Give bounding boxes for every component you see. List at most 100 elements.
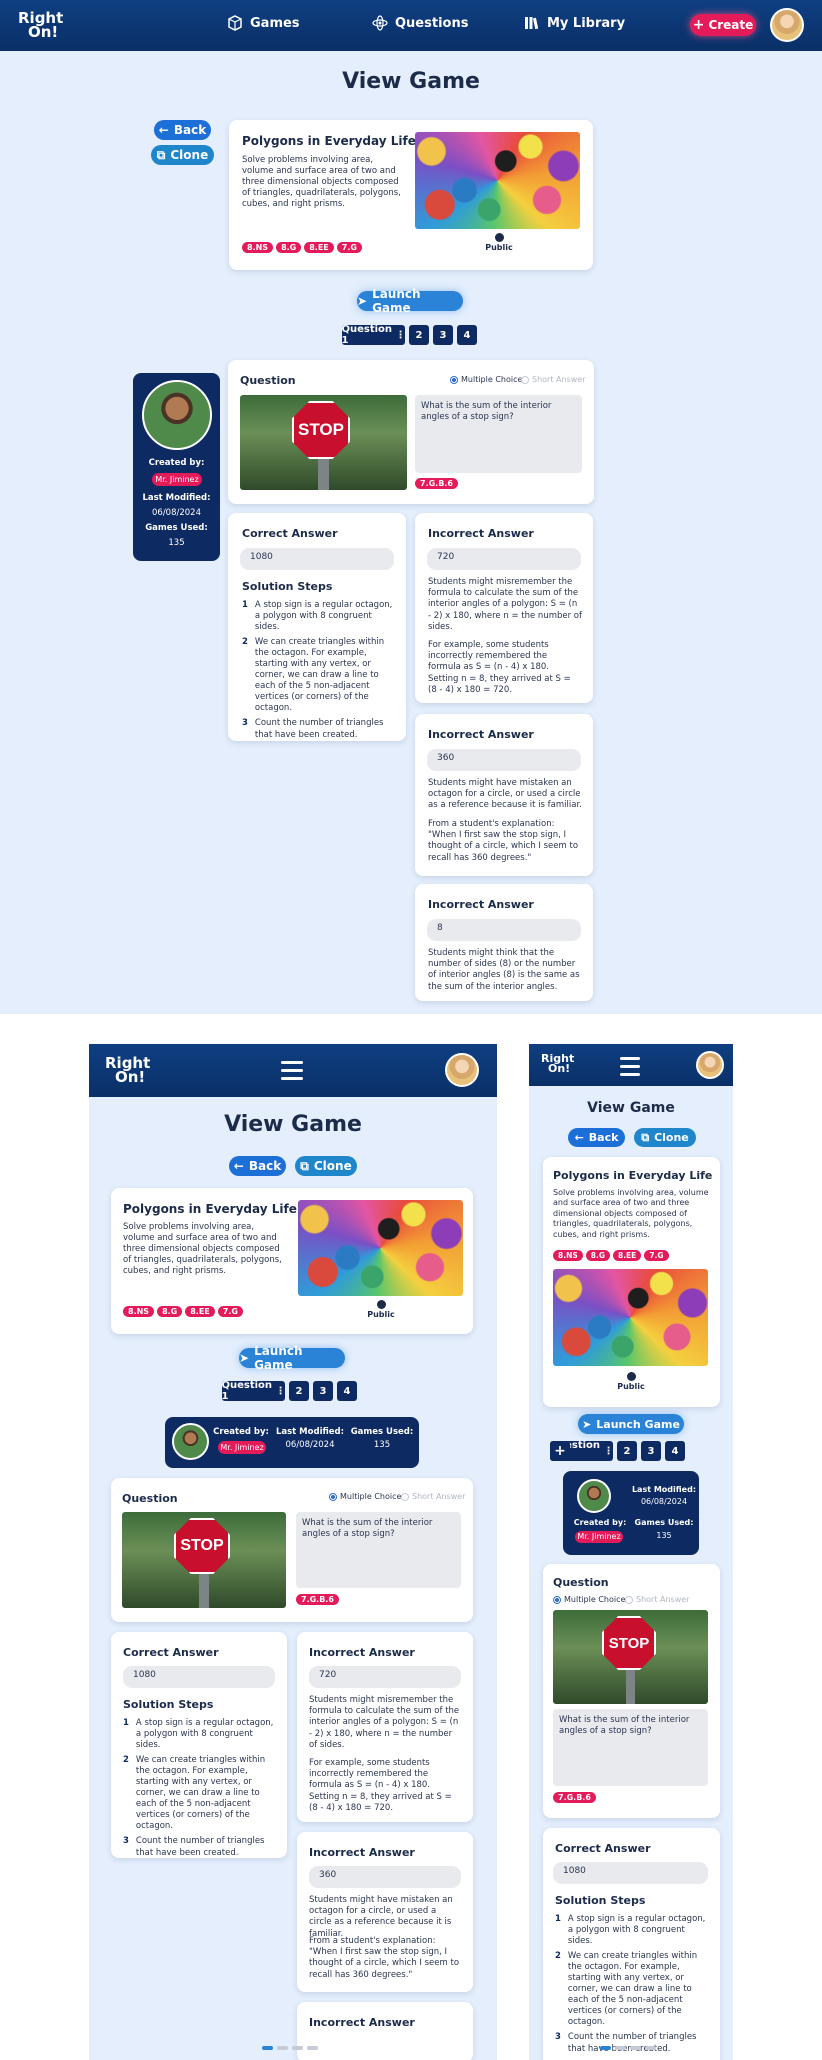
short-answer-radio[interactable]: Short Answer (521, 375, 585, 384)
question-select[interactable]: Question 1 ⋮ (221, 1380, 285, 1402)
multiple-choice-radio[interactable]: Multiple Choice (553, 1595, 625, 1604)
launch-game-button[interactable]: ➤ Launch Game (357, 287, 463, 315)
page-title: View Game (342, 69, 480, 94)
creator-avatar (172, 1423, 209, 1460)
standard-tag[interactable]: 8.G (585, 1250, 610, 1261)
back-button[interactable]: ← Back (568, 1128, 625, 1147)
arrow-left-icon: ← (233, 1159, 244, 1173)
question-text[interactable]: What is the sum of the interior angles o… (296, 1512, 461, 1588)
solution-step: 2 We can create triangles within the octa… (242, 637, 385, 714)
short-answer-radio[interactable]: Short Answer (401, 1492, 465, 1501)
pager-dot[interactable] (600, 2046, 611, 2050)
standard-tag[interactable]: 7.G (217, 1306, 243, 1317)
globe-icon (626, 1372, 636, 1381)
creator-name[interactable]: Mr. Jiminez (152, 473, 202, 486)
incorrect-answer-value[interactable]: 360 (427, 749, 581, 771)
standard-tag[interactable]: 7.G (644, 1250, 669, 1261)
standard-tag[interactable]: 8.EE (612, 1250, 642, 1261)
standard-tag[interactable]: 8.NS (242, 242, 274, 253)
question-4-button[interactable]: 4 (457, 325, 477, 345)
create-button[interactable]: + Create (690, 14, 756, 36)
pager-dot[interactable] (262, 2046, 273, 2050)
user-avatar[interactable] (445, 1053, 479, 1087)
game-image (553, 1269, 708, 1366)
copy-icon: ⧉ (300, 1158, 309, 1173)
solution-step: 1A stop sign is a regular octagon, a pol… (242, 600, 393, 633)
question-select[interactable]: Question 1 ⋮ (341, 324, 405, 346)
multiple-choice-radio[interactable]: Multiple Choice (329, 1492, 401, 1501)
pager-dot[interactable] (630, 2046, 641, 2050)
rocket-icon: ➤ (239, 1351, 250, 1365)
creator-name[interactable]: Mr. Jiminez (218, 1441, 266, 1454)
carousel-pager (600, 2046, 656, 2050)
question-standard-tag[interactable]: 7.G.B.6 (415, 478, 458, 489)
clone-button[interactable]: ⧉ Clone (295, 1156, 357, 1176)
rightnow-logo[interactable]: Right On! (18, 11, 63, 39)
question-3-button[interactable]: 3 (641, 1441, 661, 1461)
short-answer-radio[interactable]: Short Answer (625, 1595, 689, 1604)
rightnow-logo[interactable]: Right On! (105, 1056, 150, 1084)
question-3-button[interactable]: 3 (313, 1381, 333, 1401)
solution-step: 1A stop sign is a regular octagon, a pol… (555, 1914, 706, 1947)
desktop-view: View Game ← Back ⧉ Clone Polygons in Every… (0, 51, 822, 1014)
question-4-button[interactable]: 4 (337, 1381, 357, 1401)
rightnow-logo[interactable]: Right On! (541, 1053, 574, 1074)
back-button[interactable]: ← Back (154, 120, 211, 140)
incorrect-answer-value[interactable]: 8 (427, 919, 581, 941)
pager-dot[interactable] (615, 2046, 626, 2050)
standard-tag[interactable]: 8.G (276, 242, 302, 253)
solution-step: 3 Count the number of triangles that have… (242, 718, 384, 740)
solution-step: 3 Count the number of triangles that have… (123, 1836, 265, 1858)
nav-questions[interactable]: Questions (372, 15, 468, 31)
incorrect-answer-card: Incorrect Answer (297, 2002, 473, 2060)
correct-answer-value[interactable]: 1080 (240, 548, 394, 570)
standard-tag[interactable]: 8.EE (185, 1306, 215, 1317)
user-avatar[interactable] (770, 8, 804, 42)
incorrect-answer-card: Incorrect Answer 720 Students might misr… (415, 513, 593, 703)
standard-tag[interactable]: 8.NS (553, 1250, 583, 1261)
question-2-button[interactable]: 2 (409, 325, 429, 345)
question-text[interactable]: What is the sum of the interior angles o… (553, 1709, 708, 1786)
question-card: Question Multiple Choice Short Answer ST… (228, 360, 594, 504)
standard-tag[interactable]: 8.EE (304, 242, 334, 253)
game-description: Solve problems involving area, volume an… (242, 155, 401, 210)
library-icon (525, 17, 539, 30)
question-2-button[interactable]: 2 (289, 1381, 309, 1401)
pager-dot[interactable] (292, 2046, 303, 2050)
creator-name[interactable]: Mr. Jiminez (575, 1531, 623, 1543)
question-image: STOP (240, 395, 407, 490)
question-4-button[interactable]: 4 (665, 1441, 685, 1461)
standard-tag[interactable]: 8.NS (123, 1306, 155, 1317)
launch-game-button[interactable]: ➤ Launch Game (239, 1344, 345, 1372)
pager-dot[interactable] (277, 2046, 288, 2050)
question-text[interactable]: What is the sum of the interior angles o… (415, 395, 582, 473)
question-2-button[interactable]: 2 (617, 1441, 637, 1461)
copy-icon: ⧉ (156, 147, 166, 162)
game-tags: 8.NS 8.G 8.EE 7.G (242, 242, 365, 253)
atom-icon (372, 15, 388, 31)
add-question-button[interactable]: + (550, 1441, 570, 1461)
top-header: Right On! Games Questions My Library + C… (0, 0, 822, 51)
multiple-choice-radio[interactable]: Multiple Choice (450, 375, 522, 384)
clone-button[interactable]: ⧉ Clone (634, 1128, 696, 1147)
visibility-indicator: Public (479, 233, 519, 252)
standard-tag[interactable]: 8.G (157, 1306, 183, 1317)
pager-dot[interactable] (307, 2046, 318, 2050)
standard-tag[interactable]: 7.G (336, 242, 362, 253)
tablet-view: Right On! View Game ← Back ⧉ Clone Polygon… (89, 1044, 497, 2060)
incorrect-answer-value[interactable]: 720 (427, 548, 581, 570)
question-image: STOP (122, 1512, 286, 1608)
question-3-button[interactable]: 3 (433, 325, 453, 345)
hamburger-menu-icon[interactable] (281, 1061, 303, 1085)
incorrect-answer-card: Incorrect Answer 360 Students might have… (415, 714, 593, 876)
user-avatar[interactable] (696, 1051, 724, 1079)
pager-dot[interactable] (645, 2046, 656, 2050)
game-card: Polygons in Everyday Life Solve problems… (111, 1188, 473, 1334)
hamburger-menu-icon[interactable] (620, 1057, 640, 1081)
nav-my-library[interactable]: My Library (524, 15, 625, 31)
nav-games[interactable]: Games (227, 15, 300, 31)
launch-game-button[interactable]: ➤ Launch Game (578, 1414, 684, 1434)
solution-step: 2 We can create triangles within the octa… (555, 1951, 698, 2028)
clone-button[interactable]: ⧉ Clone (151, 145, 214, 165)
back-button[interactable]: ← Back (229, 1156, 286, 1176)
